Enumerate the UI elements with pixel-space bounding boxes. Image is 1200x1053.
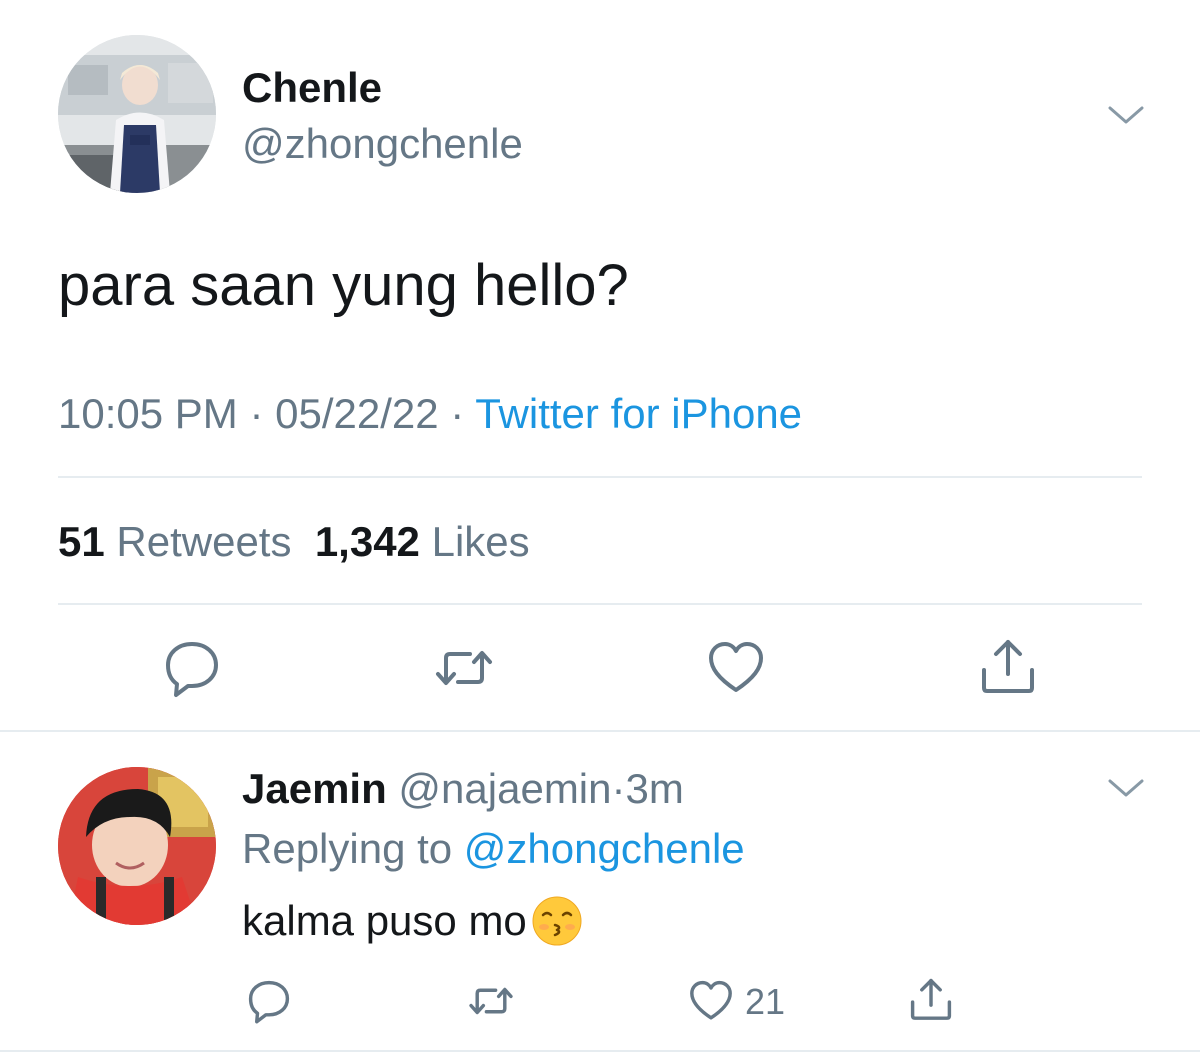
divider bbox=[58, 603, 1142, 605]
meta-separator: · bbox=[249, 390, 264, 437]
heart-icon[interactable] bbox=[688, 978, 734, 1024]
meta-separator: · bbox=[450, 390, 465, 437]
reply-text-line: kalma puso mo bbox=[242, 893, 583, 949]
reply-author-display-name[interactable]: Jaemin bbox=[242, 765, 387, 812]
reply-text: kalma puso mo bbox=[242, 897, 527, 944]
replying-mention-link[interactable]: @zhongchenle bbox=[464, 825, 745, 872]
tweet-stats: 51 Retweets 1,342 Likes bbox=[58, 516, 530, 568]
tweet-time[interactable]: 10:05 PM bbox=[58, 390, 238, 437]
header-separator: · bbox=[611, 765, 626, 812]
replying-prefix: Replying to bbox=[242, 825, 453, 872]
share-icon[interactable] bbox=[908, 976, 954, 1022]
likes-stat[interactable]: 1,342 Likes bbox=[315, 518, 530, 565]
retweet-icon[interactable] bbox=[434, 638, 494, 698]
reply-author-handle[interactable]: @najaemin bbox=[398, 765, 611, 812]
retweets-stat[interactable]: 51 Retweets bbox=[58, 518, 291, 565]
share-icon[interactable] bbox=[978, 636, 1038, 696]
like-label: Likes bbox=[431, 518, 530, 565]
reply-age: 3m bbox=[625, 765, 684, 812]
like-count: 1,342 bbox=[314, 518, 420, 565]
divider bbox=[0, 1050, 1200, 1052]
heart-icon[interactable] bbox=[706, 638, 766, 698]
tweet-source-link[interactable]: Twitter for iPhone bbox=[475, 390, 802, 437]
reply-icon[interactable] bbox=[246, 978, 292, 1024]
chevron-down-icon[interactable] bbox=[1104, 100, 1148, 130]
chevron-down-icon[interactable] bbox=[1104, 773, 1148, 803]
author-avatar[interactable] bbox=[58, 35, 216, 193]
avatar-photo bbox=[58, 35, 216, 193]
divider bbox=[0, 730, 1200, 732]
tweet-date[interactable]: 05/22/22 bbox=[275, 390, 439, 437]
avatar-photo bbox=[58, 767, 216, 925]
reply-icon[interactable] bbox=[162, 638, 222, 698]
kissing-face-emoji-icon bbox=[531, 895, 583, 947]
tweet-text: para saan yung hello? bbox=[58, 253, 629, 318]
reply-like-count: 21 bbox=[745, 981, 786, 1022]
replying-to: Replying to @zhongchenle bbox=[242, 823, 745, 875]
author-handle[interactable]: @zhongchenle bbox=[242, 118, 523, 170]
divider bbox=[58, 476, 1142, 478]
reply-header: Jaemin @najaemin·3m bbox=[242, 763, 684, 815]
reply-author-avatar[interactable] bbox=[58, 767, 216, 925]
tweet-meta: 10:05 PM · 05/22/22 · Twitter for iPhone bbox=[58, 388, 802, 440]
author-display-name[interactable]: Chenle bbox=[242, 62, 382, 114]
retweet-label: Retweets bbox=[116, 518, 292, 565]
retweet-icon[interactable] bbox=[468, 978, 514, 1024]
retweet-count: 51 bbox=[58, 518, 105, 565]
